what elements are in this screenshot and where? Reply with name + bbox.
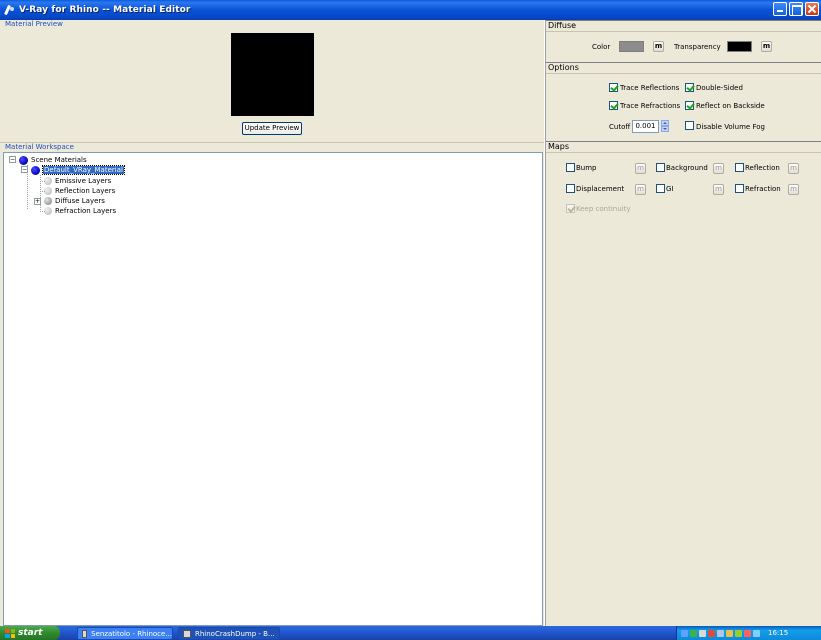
vray-app-icon [4,4,16,16]
bump-checkbox[interactable] [566,163,575,172]
tree-node-label: Refraction Layers [55,207,117,215]
clock[interactable]: 16:15 [768,629,788,637]
security-icon[interactable] [744,629,751,637]
tree-node-label: Scene Materials [31,156,87,164]
trace-reflections-checkbox[interactable] [609,83,618,92]
options-header[interactable]: Options [546,62,821,74]
displacement-checkbox[interactable] [566,184,575,193]
gi-map-button[interactable]: m [713,184,724,195]
title-bar[interactable]: V-Ray for Rhino -- Material Editor [0,0,821,20]
tree-node-label-selected: Default_VRay_Material [42,165,125,175]
diffuse-color-swatch[interactable] [619,41,644,52]
reflect-on-backside-label: Reflect on Backside [696,102,765,110]
background-checkbox[interactable] [656,163,665,172]
layer-sphere-icon [44,207,52,215]
background-map-button[interactable]: m [713,163,724,174]
keep-continuity-label: Keep continuity [576,205,631,213]
tree-node-label: Reflection Layers [55,187,116,195]
tree-node-refraction-layers[interactable]: Refraction Layers [44,206,116,216]
tree-node-emissive-layers[interactable]: Emissive Layers [44,176,111,186]
maps-header[interactable]: Maps [546,141,821,153]
bump-label: Bump [576,164,597,172]
gi-checkbox[interactable] [656,184,665,193]
disable-volume-fog-label: Disable Volume Fog [696,123,765,131]
update-preview-button[interactable]: Update Preview [242,122,302,135]
taskbar: start Senzatitolo - Rhinoce... RhinoCras… [0,626,821,640]
refraction-checkbox[interactable] [735,184,744,193]
displacement-map-button[interactable]: m [635,184,646,195]
keep-continuity-checkbox [566,204,575,213]
color-map-button[interactable]: m [653,41,664,52]
taskbar-item-crashdump[interactable]: RhinoCrashDump - B... [178,627,280,640]
reflection-map-button[interactable]: m [788,163,799,174]
alert-icon[interactable] [708,629,715,637]
disable-volume-fog-checkbox[interactable] [685,121,694,130]
battery-icon[interactable] [735,629,742,637]
windows-flag-icon [5,628,15,638]
taskbar-item-label: Senzatitolo - Rhinoce... [91,629,172,638]
shield-icon[interactable] [690,629,697,637]
material-sphere-icon [31,165,40,175]
trace-refractions-checkbox[interactable] [609,101,618,110]
diffuse-header[interactable]: Diffuse [546,20,821,32]
background-label: Background [666,164,708,172]
reflection-label: Reflection [745,164,780,172]
display-icon[interactable] [717,629,724,637]
network-icon[interactable] [681,629,688,637]
tree-node-label: Emissive Layers [55,177,112,185]
material-workspace-tree[interactable]: − Scene Materials − Default_VRay_Materia… [3,152,543,626]
expand-toggle[interactable]: + [34,198,41,205]
layer-sphere-icon [44,177,52,185]
collapse-toggle[interactable]: − [21,166,28,173]
reflect-on-backside-checkbox[interactable] [685,101,694,110]
material-workspace-label: Material Workspace [5,143,74,151]
layer-sphere-icon [44,187,52,195]
panel-splitter[interactable] [544,20,546,626]
bump-map-button[interactable]: m [635,163,646,174]
refraction-map-button[interactable]: m [788,184,799,195]
trace-refractions-label: Trace Refractions [620,102,681,110]
minimize-button[interactable] [773,2,787,16]
close-button[interactable] [805,2,819,16]
tree-node-default-material[interactable]: Default_VRay_Material [31,165,125,175]
tree-node-label: Diffuse Layers [55,197,105,205]
cutoff-spinner[interactable] [661,120,669,133]
reflection-checkbox[interactable] [735,163,744,172]
rhino-app-icon [82,629,88,638]
window-controls [773,2,819,16]
window-title: V-Ray for Rhino -- Material Editor [19,5,191,15]
trace-reflections-label: Trace Reflections [620,84,680,92]
material-preview-area: Material Preview Update Preview [0,20,544,143]
transparency-color-swatch[interactable] [727,41,752,52]
spinner-down-icon[interactable] [661,126,669,132]
maximize-button[interactable] [789,2,803,16]
tree-node-scene-materials[interactable]: Scene Materials [19,155,87,165]
tree-node-diffuse-layers[interactable]: Diffuse Layers [44,196,105,206]
double-sided-checkbox[interactable] [685,83,694,92]
tree-node-reflection-layers[interactable]: Reflection Layers [44,186,115,196]
taskbar-item-label: RhinoCrashDump - B... [195,629,275,638]
volume-icon[interactable] [699,629,706,637]
color-label: Color [592,43,611,51]
update-icon[interactable] [726,629,733,637]
taskbar-item-rhino[interactable]: Senzatitolo - Rhinoce... [77,627,173,640]
cutoff-label: Cutoff [609,123,631,131]
material-preview-swatch [231,33,314,116]
crashdump-app-icon [183,629,191,638]
material-sphere-icon [19,155,28,165]
system-tray: 16:15 [676,626,821,640]
double-sided-label: Double-Sided [696,84,743,92]
cutoff-input[interactable]: 0.001 [632,120,659,133]
material-preview-label: Material Preview [5,20,63,28]
bluetooth-icon[interactable] [753,629,760,637]
start-label: start [18,628,43,638]
transparency-label: Transparency [674,43,721,51]
start-button[interactable]: start [0,626,60,640]
transparency-map-button[interactable]: m [761,41,772,52]
gi-label: GI [666,185,674,193]
layer-sphere-icon [44,197,52,205]
collapse-toggle[interactable]: − [9,156,16,163]
refraction-label: Refraction [745,185,781,193]
displacement-label: Displacement [576,185,625,193]
